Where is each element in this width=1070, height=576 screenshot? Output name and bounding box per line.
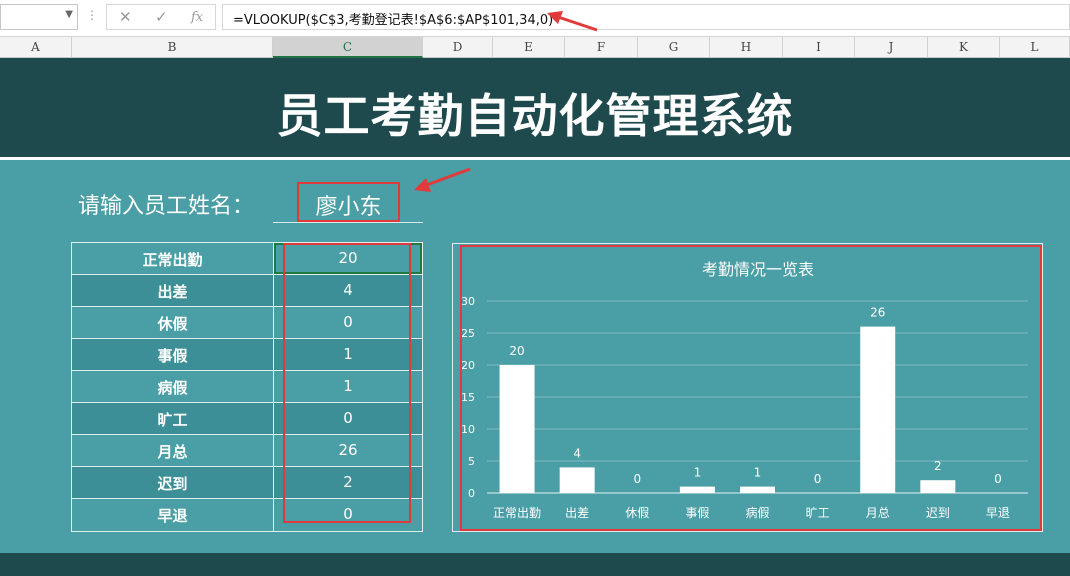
row-label[interactable]: 旷工	[72, 403, 274, 434]
value-column-highlight	[283, 243, 411, 523]
row-label[interactable]: 病假	[72, 371, 274, 402]
drag-handle-icon[interactable]: ⋮	[86, 8, 98, 22]
column-header-g[interactable]: G	[638, 37, 710, 58]
column-header-f[interactable]: F	[565, 37, 638, 58]
column-header-bar: ABCDEFGHIJKL	[0, 37, 1070, 58]
column-header-l[interactable]: L	[1000, 37, 1070, 58]
title-banner: 员工考勤自动化管理系统	[0, 58, 1070, 158]
column-header-a[interactable]: A	[0, 37, 72, 58]
employee-name-input[interactable]: 廖小东	[297, 182, 400, 222]
column-header-j[interactable]: J	[855, 37, 928, 58]
chart-highlight	[460, 245, 1042, 531]
row-label[interactable]: 早退	[72, 499, 274, 531]
row-label[interactable]: 出差	[72, 275, 274, 306]
row-label[interactable]: 事假	[72, 339, 274, 370]
row-label[interactable]: 迟到	[72, 467, 274, 498]
column-header-b[interactable]: B	[72, 37, 273, 58]
formula-buttons: ✕ ✓ fx	[106, 4, 216, 30]
formula-bar: ▼ ⋮ ✕ ✓ fx =VLOOKUP($C$3,考勤登记表!$A$6:$AP$…	[0, 0, 1070, 37]
insert-function-icon[interactable]: fx	[191, 10, 203, 25]
name-box[interactable]: ▼	[0, 4, 78, 30]
enter-icon[interactable]: ✓	[155, 8, 168, 26]
footer-band	[0, 553, 1070, 576]
arrow-annotation-name	[414, 167, 471, 192]
column-header-i[interactable]: I	[783, 37, 855, 58]
column-header-d[interactable]: D	[423, 37, 493, 58]
chevron-down-icon[interactable]: ▼	[65, 9, 73, 20]
formula-input[interactable]: =VLOOKUP($C$3,考勤登记表!$A$6:$AP$101,34,0)	[222, 4, 1070, 30]
column-header-c[interactable]: C	[273, 37, 423, 58]
row-label[interactable]: 月总	[72, 435, 274, 466]
employee-prompt-label: 请输入员工姓名：	[78, 194, 255, 219]
cancel-icon[interactable]: ✕	[119, 8, 132, 26]
row-label[interactable]: 正常出勤	[72, 243, 274, 274]
column-header-h[interactable]: H	[710, 37, 783, 58]
column-header-e[interactable]: E	[493, 37, 565, 58]
column-header-k[interactable]: K	[928, 37, 1000, 58]
arrow-annotation-formula	[547, 11, 598, 32]
name-underline	[273, 222, 423, 223]
page-title: 员工考勤自动化管理系统	[276, 89, 794, 143]
row-label[interactable]: 休假	[72, 307, 274, 338]
